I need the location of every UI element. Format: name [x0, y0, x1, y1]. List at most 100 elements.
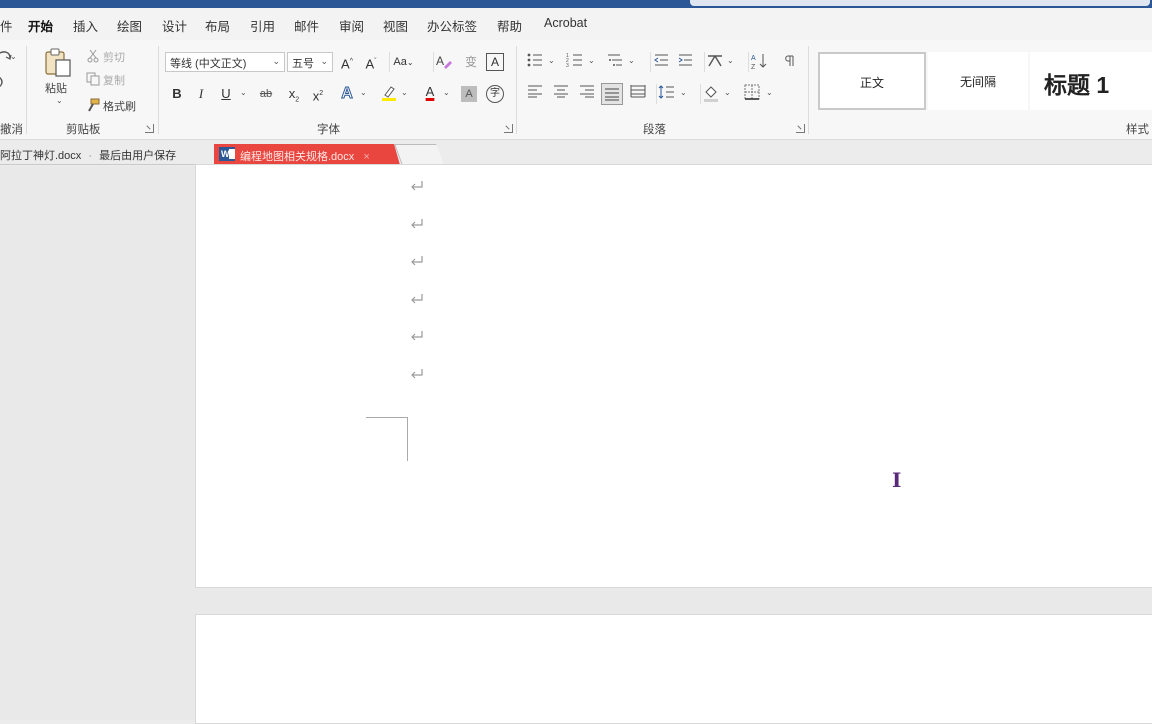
document-tab-inactive[interactable]: 阿拉丁神灯.docx · 最后由用户保存 — [0, 147, 176, 168]
character-shading-button[interactable]: A — [461, 86, 477, 102]
i-beam-cursor: I — [892, 468, 902, 492]
tab-layout[interactable]: 布局 — [205, 16, 230, 35]
tab-view[interactable]: 视图 — [383, 16, 408, 35]
copy-label: 复制 — [103, 75, 125, 87]
format-painter-icon — [88, 98, 100, 112]
document-tab-active[interactable]: W 编程地图相关规格.docx × — [214, 144, 400, 165]
document-tab-active-label: 编程地图相关规格.docx — [240, 151, 355, 163]
chevron-down-icon: ⌄ — [320, 56, 328, 66]
borders-icon — [744, 84, 760, 100]
tab-office-tab[interactable]: 办公标签 — [427, 16, 477, 35]
clipboard-dialog-launcher[interactable] — [145, 124, 154, 133]
borders-button[interactable] — [742, 84, 762, 104]
decrease-indent-button[interactable] — [650, 52, 670, 72]
numbering-button[interactable]: 123 — [565, 52, 585, 72]
underline-button[interactable]: U — [216, 84, 236, 104]
multilevel-dropdown-caret[interactable]: ⌄ — [628, 56, 635, 65]
align-right-button[interactable] — [577, 84, 597, 104]
style-normal[interactable]: 正文 — [818, 52, 926, 110]
italic-button[interactable]: I — [191, 84, 211, 104]
subscript-button[interactable]: x2 — [284, 84, 304, 104]
bullets-dropdown-caret[interactable]: ⌄ — [548, 56, 555, 65]
justify-button[interactable] — [601, 83, 623, 105]
document-page-next[interactable] — [195, 614, 1152, 724]
document-workspace[interactable] — [0, 164, 1152, 724]
strikethrough-button[interactable]: ab — [256, 84, 276, 104]
phonetic-guide-button[interactable]: 变 — [461, 52, 481, 72]
enclose-characters-icon: 字 — [490, 88, 500, 99]
font-color-dropdown-caret[interactable]: ⌄ — [443, 88, 450, 97]
text-effects-button[interactable]: A — [337, 84, 357, 104]
shading-dropdown-caret[interactable]: ⌄ — [724, 88, 731, 97]
align-left-icon — [528, 85, 542, 98]
paste-dropdown-caret[interactable]: ⌄ — [56, 96, 63, 105]
align-left-button[interactable] — [525, 84, 545, 104]
bullets-button[interactable] — [525, 52, 545, 72]
document-tab-label: 阿拉丁神灯.docx — [0, 150, 82, 162]
paragraph-dialog-launcher[interactable] — [796, 124, 805, 133]
bold-button[interactable]: B — [167, 84, 187, 104]
change-case-button[interactable]: Aa⌄ — [389, 52, 417, 72]
line-spacing-dropdown-caret[interactable]: ⌄ — [680, 88, 687, 97]
change-case-icon: Aa — [393, 56, 407, 68]
font-name-value: 等线 (中文正文) — [170, 58, 247, 70]
redo-button[interactable] — [0, 74, 8, 90]
copy-icon — [86, 72, 100, 86]
paragraph-group-label: 段落 — [643, 124, 666, 136]
multilevel-list-button[interactable] — [605, 52, 625, 72]
format-painter-button[interactable]: 格式刷 — [86, 97, 146, 113]
style-no-spacing-label: 无间隔 — [959, 75, 996, 89]
distributed-button[interactable] — [628, 84, 648, 104]
strikethrough-icon: ab — [259, 88, 273, 100]
tab-mailings[interactable]: 邮件 — [294, 16, 319, 35]
align-center-button[interactable] — [551, 84, 571, 104]
tab-insert[interactable]: 插入 — [73, 16, 98, 35]
underline-icon: U — [221, 86, 231, 101]
tab-separator: · — [88, 150, 93, 162]
font-color-button[interactable]: A — [420, 82, 440, 102]
tab-home[interactable]: 开始 — [28, 16, 53, 35]
font-size-select[interactable]: 五号 ⌄ — [287, 52, 333, 72]
search-box[interactable] — [690, 0, 1150, 6]
new-tab-button[interactable] — [394, 144, 444, 165]
line-spacing-button[interactable] — [656, 84, 676, 104]
text-effects-dropdown-caret[interactable]: ⌄ — [360, 88, 367, 97]
tab-help[interactable]: 帮助 — [497, 16, 522, 35]
copy-button[interactable]: 复制 — [86, 71, 146, 87]
borders-dropdown-caret[interactable]: ⌄ — [766, 88, 773, 97]
character-border-button[interactable]: A — [486, 53, 504, 71]
style-no-spacing[interactable]: 无间隔 — [928, 52, 1028, 110]
tab-review[interactable]: 审阅 — [339, 16, 364, 35]
enclose-characters-button[interactable]: 字 — [486, 85, 504, 103]
underline-dropdown-caret[interactable]: ⌄ — [240, 88, 247, 97]
clear-formatting-button[interactable]: A — [433, 52, 453, 72]
undo-group-label: 撤消 — [0, 124, 23, 136]
asian-layout-dropdown-caret[interactable]: ⌄ — [727, 56, 734, 65]
numbering-dropdown-caret[interactable]: ⌄ — [588, 56, 595, 65]
tab-references[interactable]: 引用 — [250, 16, 275, 35]
shrink-font-button[interactable]: Aˇ — [361, 52, 381, 72]
increase-indent-button[interactable] — [675, 52, 695, 72]
cut-button[interactable]: 剪切 — [86, 48, 146, 64]
tab-file[interactable]: 件 — [0, 16, 13, 35]
shading-button[interactable] — [700, 84, 720, 104]
undo-dropdown-caret[interactable]: ⌄ — [10, 52, 17, 61]
grow-font-button[interactable]: A^ — [337, 52, 357, 72]
highlight-dropdown-caret[interactable]: ⌄ — [401, 88, 408, 97]
tab-draw[interactable]: 绘图 — [117, 16, 142, 35]
show-formatting-marks-button[interactable] — [778, 52, 798, 72]
asian-layout-button[interactable] — [704, 52, 724, 72]
document-tab-bar: 阿拉丁神灯.docx · 最后由用户保存 W 编程地图相关规格.docx × — [0, 140, 1152, 165]
style-heading-1[interactable]: 标题 1 — [1030, 52, 1152, 110]
font-dialog-launcher[interactable] — [504, 124, 513, 133]
paste-button[interactable] — [42, 46, 76, 80]
tab-acrobat[interactable]: Acrobat — [544, 16, 587, 30]
tab-design[interactable]: 设计 — [162, 16, 187, 35]
sort-button[interactable]: AZ — [748, 52, 768, 72]
document-page[interactable] — [195, 164, 1152, 588]
font-name-select[interactable]: 等线 (中文正文) ⌄ — [165, 52, 285, 72]
format-painter-label: 格式刷 — [103, 101, 136, 113]
superscript-button[interactable]: x2 — [308, 84, 328, 104]
highlight-button[interactable] — [379, 84, 399, 104]
close-tab-icon[interactable]: × — [363, 151, 369, 163]
